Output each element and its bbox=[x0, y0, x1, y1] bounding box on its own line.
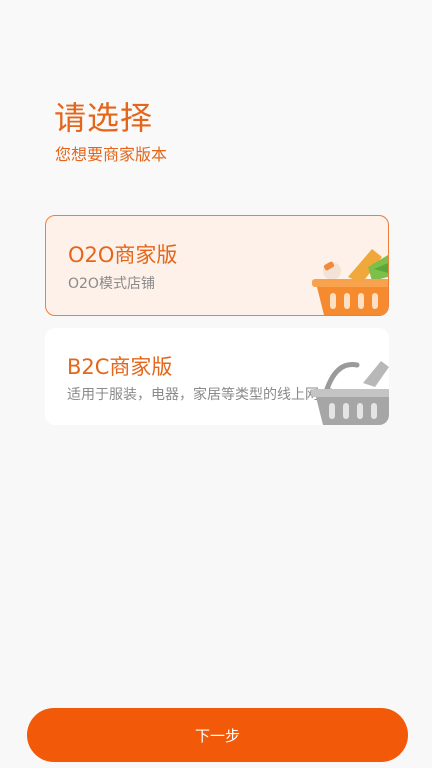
option-title: B2C商家版 bbox=[67, 355, 173, 379]
option-description: 适用于服装，电器，家居等类型的线上网点 bbox=[67, 387, 333, 403]
page-subtitle: 您想要商家版本 bbox=[55, 145, 168, 164]
next-step-button[interactable]: 下一步 bbox=[27, 708, 408, 762]
option-title: O2O商家版 bbox=[68, 243, 178, 267]
basket-orange-icon bbox=[312, 249, 388, 315]
page-title: 请选择 bbox=[54, 99, 154, 137]
header: 请选择 您想要商家版本 bbox=[0, 0, 432, 200]
version-select-screen: 请选择 您想要商家版本 O2O商家版 O2O模式店铺 B2C商家版 适用于服装，… bbox=[0, 0, 432, 768]
option-description: O2O模式店铺 bbox=[68, 276, 155, 292]
option-card-o2o[interactable]: O2O商家版 O2O模式店铺 bbox=[45, 215, 389, 316]
basket-gray-icon bbox=[311, 361, 389, 425]
option-card-b2c[interactable]: B2C商家版 适用于服装，电器，家居等类型的线上网点 bbox=[45, 328, 389, 425]
